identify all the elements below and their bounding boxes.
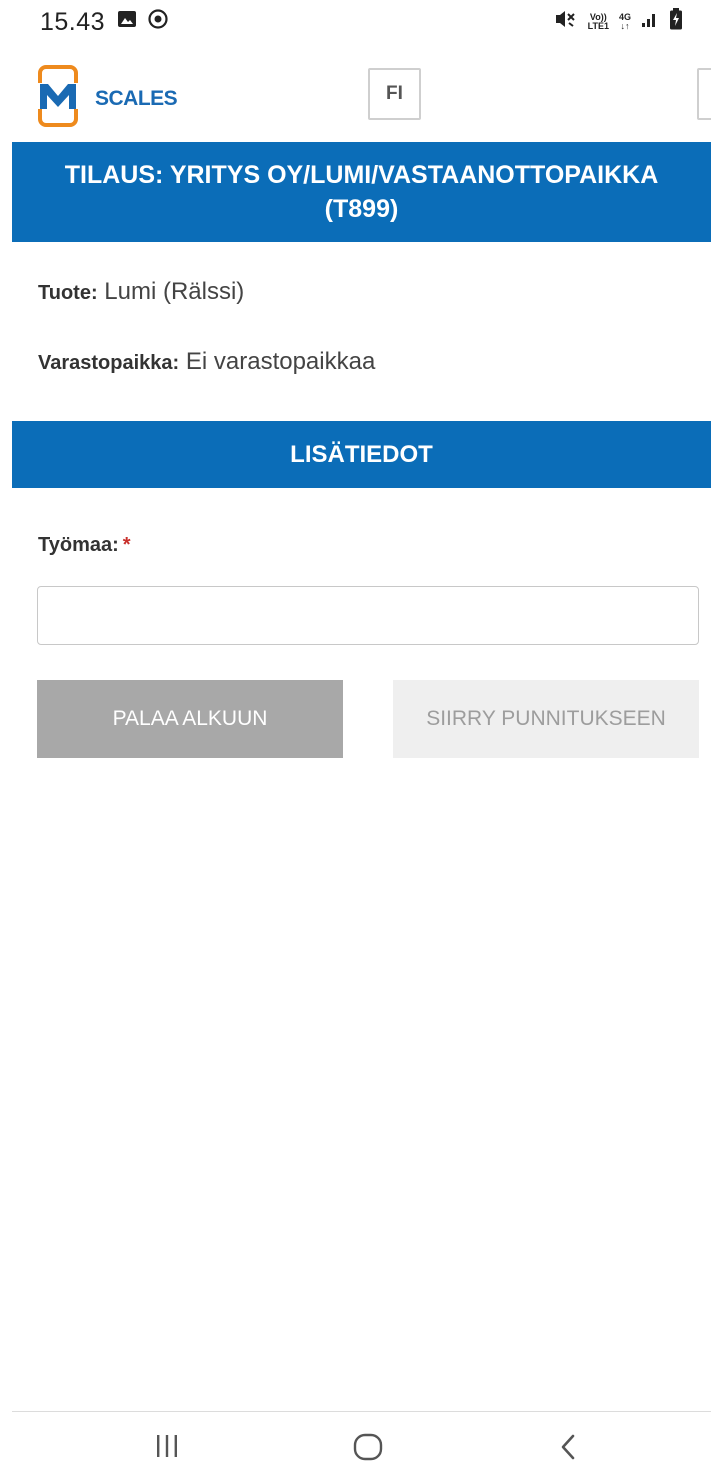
- back-to-start-button[interactable]: PALAA ALKUUN: [37, 680, 343, 758]
- app-header: SCALES FI: [0, 55, 711, 140]
- go-to-weighing-button[interactable]: SIIRRY PUNNITUKSEEN: [393, 680, 699, 758]
- battery-icon: [669, 8, 683, 35]
- status-time: 15.43: [40, 8, 106, 36]
- mute-icon: [554, 8, 578, 35]
- back-icon[interactable]: [558, 1433, 578, 1466]
- mscales-logo[interactable]: SCALES: [38, 65, 178, 127]
- required-mark: *: [122, 534, 131, 556]
- worksite-input[interactable]: [37, 586, 699, 645]
- signal-icon: [641, 10, 659, 33]
- section-title: LISÄTIEDOT: [290, 440, 433, 468]
- storage-value: Ei varastopaikkaa: [185, 348, 376, 375]
- nav-divider: [12, 1411, 711, 1412]
- volte-icon: Vo)) LTE1: [587, 11, 609, 31]
- recent-apps-icon[interactable]: [155, 1433, 179, 1464]
- status-bar: 15.43 Vo)) LTE1 4G ↓↑: [0, 0, 711, 40]
- worksite-label-row: Työmaa: *: [38, 534, 131, 557]
- image-icon: [117, 9, 137, 34]
- language-button[interactable]: FI: [368, 68, 421, 120]
- product-label: Tuote:: [38, 282, 98, 304]
- menu-button[interactable]: [697, 68, 711, 120]
- 4g-icon: 4G ↓↑: [618, 11, 631, 31]
- order-title-bar: TILAUS: YRITYS OY/LUMI/VASTAANOTTOPAIKKA…: [12, 142, 711, 242]
- extra-info-header: LISÄTIEDOT: [12, 421, 711, 488]
- storage-row: Varastopaikka: Ei varastopaikkaa: [38, 348, 375, 376]
- storage-label: Varastopaikka:: [38, 352, 180, 374]
- worksite-label: Työmaa:: [38, 534, 119, 556]
- order-title: TILAUS: YRITYS OY/LUMI/VASTAANOTTOPAIKKA…: [64, 161, 659, 223]
- sync-icon: [147, 8, 169, 35]
- home-icon[interactable]: [353, 1433, 383, 1466]
- product-row: Tuote: Lumi (Rälssi): [38, 278, 244, 306]
- logo-text: SCALES: [95, 87, 178, 110]
- product-value: Lumi (Rälssi): [104, 278, 245, 305]
